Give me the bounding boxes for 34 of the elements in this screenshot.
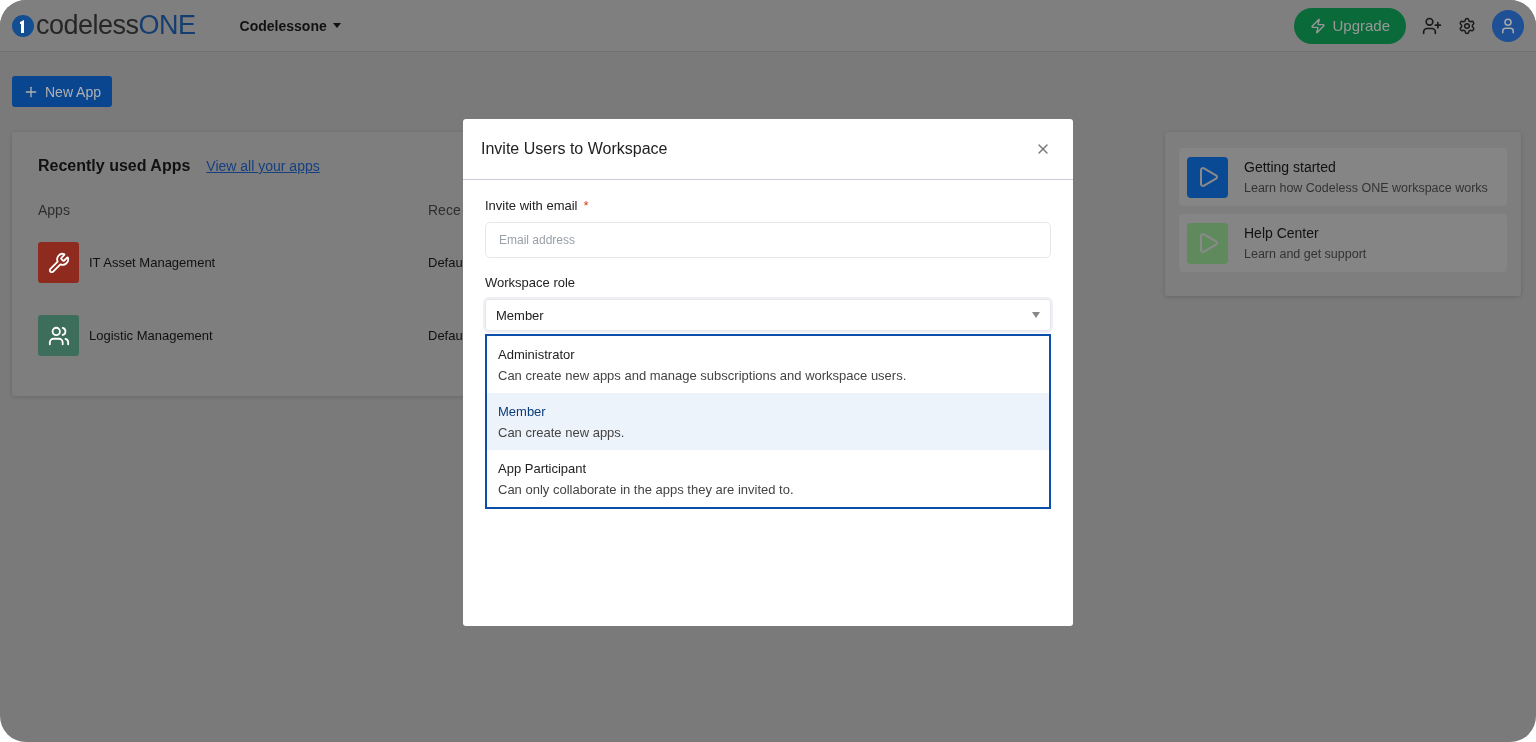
email-field[interactable]: Email address: [485, 222, 1051, 258]
field-label: Invite with email: [485, 198, 578, 213]
column-header: Apps: [38, 202, 70, 220]
table-cell: Defau: [428, 328, 463, 343]
logo-text: codeless: [36, 10, 139, 41]
resource-title: Help Center: [1244, 225, 1320, 241]
resource-subtitle: Learn how Codeless ONE workspace works: [1244, 181, 1488, 195]
field-label: Workspace role: [485, 275, 577, 290]
role-select[interactable]: Member: [485, 299, 1051, 331]
resource-link[interactable]: Getting started Learn how Codeless ONE workspace works: [1179, 148, 1507, 206]
caret-icon: [332, 23, 341, 28]
resource-link[interactable]: Help Center Learn and get support: [1179, 214, 1507, 272]
workspace-dropdown[interactable]: Codelessone: [239, 13, 341, 38]
column-header: Rece: [428, 202, 461, 220]
settings-icon[interactable]: [1458, 16, 1476, 35]
app-icon[interactable]: [38, 315, 79, 356]
required-mark: *: [583, 198, 589, 213]
invite-user-icon[interactable]: [1422, 15, 1442, 36]
table-cell: Defau: [428, 255, 463, 270]
app-name[interactable]: IT Asset Management: [89, 255, 216, 270]
caret-icon: [1032, 312, 1040, 318]
lightning-icon: [1310, 17, 1327, 34]
resource-subtitle: Learn and get support: [1244, 247, 1367, 261]
dialog-title: Invite Users to Workspace: [481, 140, 668, 158]
app-icon[interactable]: [38, 242, 79, 283]
card-title: Recently used Apps: [38, 157, 191, 175]
logo-icon: [12, 14, 34, 37]
role-option[interactable]: Member Can create new apps.: [487, 393, 1049, 450]
new-app-button[interactable]: New App: [12, 76, 113, 107]
app-name[interactable]: Logistic Management: [89, 328, 213, 343]
resource-title: Getting started: [1244, 159, 1337, 175]
avatar[interactable]: [1492, 9, 1524, 42]
logo-text-accent: ONE: [138, 10, 196, 41]
view-all-apps-link[interactable]: View all your apps: [206, 158, 320, 174]
